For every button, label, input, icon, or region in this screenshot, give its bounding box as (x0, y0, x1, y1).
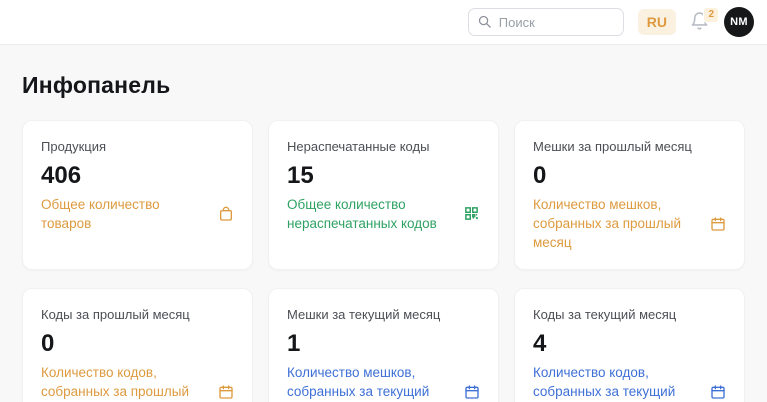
card-subtitle: Количество кодов, собранных за текущий м… (533, 363, 703, 402)
card-value: 406 (41, 162, 234, 190)
notifications-button[interactable]: 2 (690, 11, 710, 33)
topbar: RU 2 NM (0, 0, 767, 45)
card-bags-last-month: Мешки за прошлый месяц 0 Количество мешк… (514, 120, 745, 270)
card-title: Нераспечатанные коды (287, 138, 480, 155)
calendar-icon (464, 384, 480, 400)
card-title: Мешки за прошлый месяц (533, 138, 726, 155)
card-title: Коды за прошлый месяц (41, 306, 234, 323)
card-subtitle: Общее количество товаров (41, 195, 211, 233)
card-products: Продукция 406 Общее количество товаров (22, 120, 253, 270)
language-switcher-button[interactable]: RU (638, 9, 676, 35)
card-codes-last-month: Коды за прошлый месяц 0 Количество кодов… (22, 288, 253, 402)
card-subtitle: Количество мешков, собранных за прошлый … (533, 195, 703, 252)
card-title: Продукция (41, 138, 234, 155)
card-value: 0 (533, 162, 726, 190)
calendar-icon (218, 384, 234, 400)
card-title: Коды за текущий месяц (533, 306, 726, 323)
avatar[interactable]: NM (724, 7, 754, 37)
calendar-icon (710, 384, 726, 400)
qr-code-icon (464, 206, 480, 222)
card-codes-current-month: Коды за текущий месяц 4 Количество кодов… (514, 288, 745, 402)
search-field-wrap (468, 8, 624, 36)
card-title: Мешки за текущий месяц (287, 306, 480, 323)
card-unprinted-codes: Нераспечатанные коды 15 Общее количество… (268, 120, 499, 270)
shopping-bag-icon (218, 206, 234, 222)
card-value: 4 (533, 330, 726, 358)
card-value: 15 (287, 162, 480, 190)
notification-count-badge: 2 (703, 7, 719, 23)
page-title: Инфопанель (22, 72, 745, 99)
card-subtitle: Количество кодов, собранных за прошлый м… (41, 363, 211, 402)
card-subtitle: Общее количество нераспечатанных кодов (287, 195, 457, 233)
calendar-icon (710, 216, 726, 232)
card-value: 0 (41, 330, 234, 358)
dashboard-cards-grid: Продукция 406 Общее количество товаров Н… (0, 120, 767, 402)
card-bags-current-month: Мешки за текущий месяц 1 Количество мешк… (268, 288, 499, 402)
card-subtitle: Количество мешков, собранных за текущий … (287, 363, 457, 402)
search-icon (477, 14, 492, 29)
card-value: 1 (287, 330, 480, 358)
